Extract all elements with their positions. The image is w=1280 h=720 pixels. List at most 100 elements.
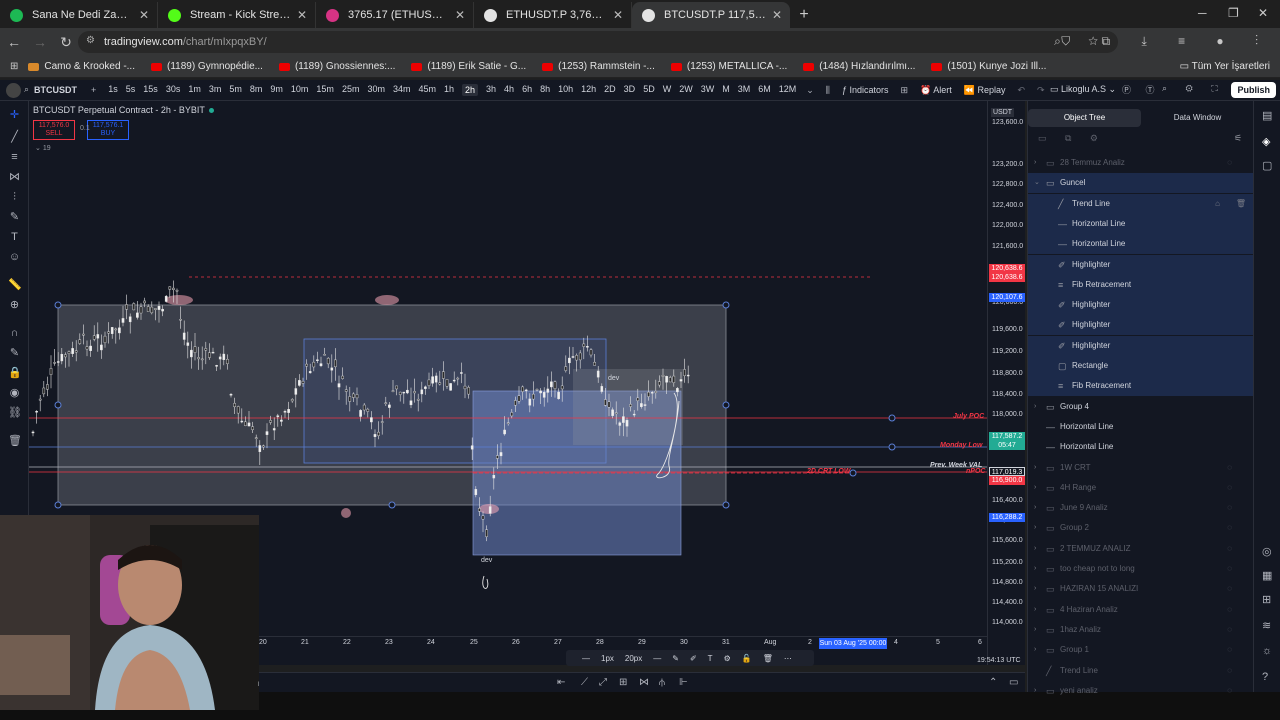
magnet-icon[interactable]: ∩ bbox=[8, 327, 21, 340]
bookmark-item[interactable]: (1189) Gymnopédie... bbox=[150, 61, 263, 72]
grid-tool-icon[interactable]: ⊞ bbox=[619, 677, 627, 688]
timeframe-button[interactable]: 8m bbox=[250, 84, 263, 96]
chevron-right-icon[interactable]: › bbox=[1034, 681, 1036, 701]
target-icon[interactable]: ◎ bbox=[1262, 545, 1272, 558]
timeframe-button[interactable]: 8h bbox=[540, 84, 550, 96]
create-group-icon[interactable]: ▭ ⧉ ⚙ bbox=[1038, 133, 1106, 144]
timeframe-button[interactable]: 15s bbox=[143, 84, 158, 96]
more-icon[interactable]: ⋯ bbox=[784, 654, 792, 663]
chevron-right-icon[interactable]: › bbox=[1034, 600, 1036, 620]
object-tree-row[interactable]: › ▭ Group 1 ◌ bbox=[1028, 640, 1254, 660]
projection-icon[interactable]: ⊩ bbox=[679, 677, 688, 688]
object-tree-row[interactable]: ✐ Highlighter bbox=[1028, 295, 1254, 316]
minimize-icon[interactable]: ─ bbox=[1198, 6, 1207, 20]
timeframe-button[interactable]: 3M bbox=[738, 84, 751, 96]
hidden-eye-icon[interactable]: ◌ bbox=[1227, 458, 1232, 478]
crosshair-icon[interactable]: ✛ bbox=[8, 109, 21, 122]
cursor-tool-icon[interactable]: ⇤ bbox=[557, 677, 565, 688]
tab-close-icon[interactable]: ✕ bbox=[772, 8, 782, 22]
object-tree-row[interactable]: ✐ Highlighter bbox=[1028, 254, 1254, 275]
line-tool-icon[interactable]: ⟋ bbox=[581, 677, 588, 688]
bookmark-item[interactable]: (1501) Kunye Jozi Ill... bbox=[931, 61, 1046, 72]
symbol-label[interactable]: BTCUSDT bbox=[34, 85, 77, 95]
brush-size-value[interactable]: 20px bbox=[625, 654, 642, 663]
bookmark-item[interactable]: (1484) Hızlandırılmı... bbox=[803, 61, 915, 72]
browser-tab[interactable]: 3765.17 (ETHUSD) - Exocharts ✕ bbox=[316, 2, 474, 28]
forward-icon[interactable]: → bbox=[28, 34, 52, 50]
timeframe-button[interactable]: 2W bbox=[679, 84, 693, 96]
timeframe-button[interactable]: 34m bbox=[393, 84, 411, 96]
url-field[interactable]: tradingview.com/chart/mIxpqxBY/ bbox=[78, 31, 1118, 53]
timeframe-button[interactable]: 3D bbox=[624, 84, 636, 96]
hidden-eye-icon[interactable]: ◌ bbox=[1227, 539, 1232, 559]
chevron-right-icon[interactable]: › bbox=[1034, 458, 1036, 478]
object-tree-row[interactable]: › ▭ 1W CRT ◌ bbox=[1028, 458, 1254, 478]
timeframe-button[interactable]: 10m bbox=[291, 84, 309, 96]
object-tree-row[interactable]: › ▭ Group 4 bbox=[1028, 397, 1254, 417]
timeframe-button[interactable]: M bbox=[722, 84, 730, 96]
chart-type-icon[interactable]: ⫼ bbox=[826, 85, 830, 96]
chevron-right-icon[interactable]: › bbox=[1034, 397, 1036, 417]
close-window-icon[interactable]: ✕ bbox=[1258, 6, 1268, 20]
chevron-right-icon[interactable]: › bbox=[1034, 539, 1036, 559]
maximize-icon[interactable]: ❐ bbox=[1228, 6, 1239, 20]
pitchfork-icon[interactable]: ⫛ bbox=[659, 677, 665, 688]
text-icon[interactable]: T bbox=[708, 654, 713, 663]
chevron-right-icon[interactable]: › bbox=[1034, 478, 1036, 498]
timeframe-button[interactable]: 1s bbox=[108, 84, 118, 96]
timeframe-button[interactable]: 2h bbox=[462, 84, 479, 96]
clock-label[interactable]: 19:54:13 UTC bbox=[977, 657, 1021, 664]
quick-actions-icon[interactable]: Ⓟ Ⓣ bbox=[1122, 83, 1161, 96]
browser-tab[interactable]: BTCUSDT.P 117,587.2 ▼ −0.41% ✕ bbox=[632, 2, 790, 28]
timeframe-button[interactable]: 4h bbox=[504, 84, 514, 96]
timeframe-button[interactable]: 3W bbox=[701, 84, 715, 96]
new-tab-icon[interactable]: + bbox=[790, 2, 818, 28]
delete-icon[interactable]: 🗑 bbox=[763, 654, 773, 663]
timeframe-button[interactable]: 15m bbox=[316, 84, 334, 96]
chevron-right-icon[interactable]: › bbox=[1034, 579, 1036, 599]
help-icon[interactable]: ? bbox=[1262, 671, 1268, 683]
hidden-eye-icon[interactable]: ◌ bbox=[1227, 640, 1232, 660]
object-tree-row[interactable]: ✐ Highlighter bbox=[1028, 315, 1254, 336]
text-icon[interactable]: T bbox=[8, 231, 21, 244]
link-icon[interactable]: ⛓ bbox=[8, 407, 22, 420]
lock-icon[interactable]: 🔒 bbox=[8, 367, 22, 380]
timeframe-button[interactable]: 6M bbox=[758, 84, 771, 96]
hidden-eye-icon[interactable]: ◌ bbox=[1227, 518, 1232, 538]
add-symbol-icon[interactable]: + bbox=[91, 85, 96, 95]
chevron-right-icon[interactable]: › bbox=[1034, 498, 1036, 518]
timeframe-button[interactable]: 30m bbox=[367, 84, 385, 96]
hidden-eye-icon[interactable]: ◌ bbox=[1227, 600, 1232, 620]
hidden-eye-icon[interactable]: ◌ bbox=[1227, 478, 1232, 498]
object-tree-row[interactable]: › ▭ 2 TEMMUZ ANALIZ ◌ bbox=[1028, 539, 1254, 559]
lock-drawing-icon[interactable]: ✎ bbox=[8, 347, 21, 360]
object-tree-row[interactable]: — Horizontal Line bbox=[1028, 213, 1254, 234]
chevron-right-icon[interactable]: › bbox=[1034, 518, 1036, 538]
timeframe-button[interactable]: 1m bbox=[188, 84, 201, 96]
chevron-down-icon[interactable]: ⌄ bbox=[1034, 173, 1040, 193]
tab-data-window[interactable]: Data Window bbox=[1141, 109, 1254, 127]
lock-icon[interactable]: 🔓 bbox=[742, 654, 752, 663]
line-style-icon[interactable]: — bbox=[582, 654, 590, 663]
browser-tab[interactable]: ETHUSDT.P 3,766.05 ▼ −0.81% ✕ bbox=[474, 2, 632, 28]
object-tree-row[interactable]: ╱ Trend Line 🗑 ⌂ bbox=[1028, 193, 1254, 214]
object-tree-row[interactable]: › ▭ June 9 Analiz ◌ bbox=[1028, 498, 1254, 518]
all-bookmarks[interactable]: ▭ Tüm Yer İşaretleri bbox=[1180, 61, 1270, 72]
timeframe-button[interactable]: 12M bbox=[779, 84, 797, 96]
hidden-eye-icon[interactable]: ◌ bbox=[1227, 498, 1232, 518]
settings-icon[interactable]: ⚙ bbox=[724, 654, 731, 663]
bookmark-item[interactable]: (1253) Rammstein -... bbox=[542, 61, 655, 72]
lock-icon[interactable]: ⌂ bbox=[1215, 194, 1220, 214]
zoom-in-icon[interactable]: ⊕ bbox=[8, 299, 21, 312]
bookmark-item[interactable]: Camo & Krooked -... bbox=[28, 61, 135, 72]
object-tree-row[interactable]: — Horizontal Line bbox=[1028, 417, 1254, 437]
line-width-value[interactable]: 1px bbox=[601, 654, 614, 663]
ruler-icon[interactable]: 📏 bbox=[8, 279, 22, 292]
forecast-icon[interactable]: ⫶ bbox=[8, 191, 21, 204]
layers-icon[interactable]: ◈ bbox=[1262, 135, 1270, 148]
visibility-icon[interactable]: ◉ bbox=[8, 387, 21, 400]
object-tree-row[interactable]: ╱ Trend Line ◌ bbox=[1028, 661, 1254, 681]
buy-button[interactable]: 117,576.1 BUY bbox=[87, 120, 129, 140]
timeframe-button[interactable]: 25m bbox=[342, 84, 360, 96]
chat-icon[interactable]: ▢ bbox=[1262, 159, 1272, 172]
